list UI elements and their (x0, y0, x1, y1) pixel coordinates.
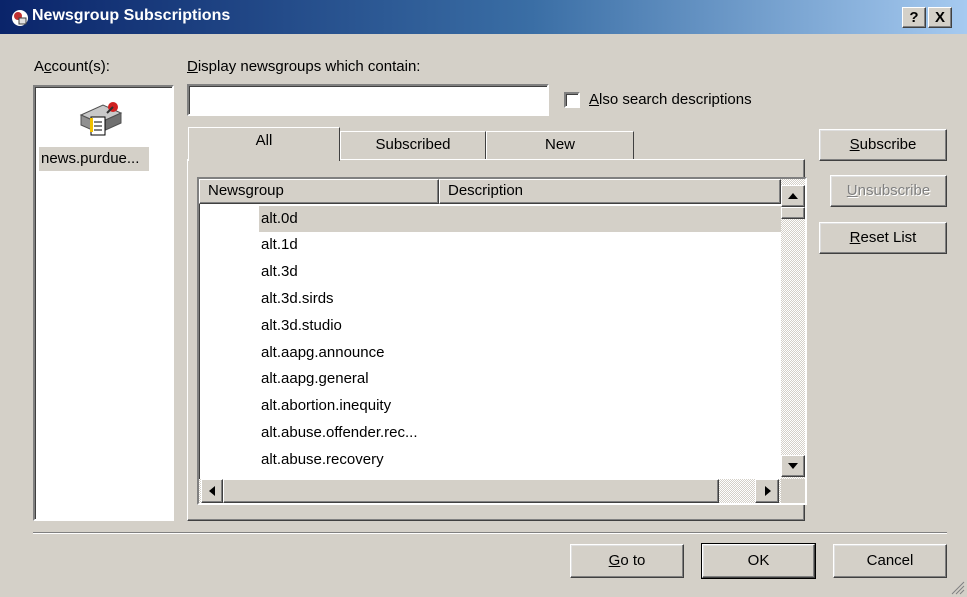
cancel-button[interactable]: Cancel (833, 544, 947, 578)
list-item[interactable]: alt.1d (259, 232, 781, 258)
search-label: Display newsgroups which contain: (187, 58, 421, 75)
go-to-button[interactable]: Go to (570, 544, 684, 578)
scroll-down-button[interactable] (781, 455, 805, 477)
unsubscribe-button[interactable]: Unsubscribe (830, 175, 947, 207)
list-item[interactable]: alt.abuse.offender.rec... (259, 420, 781, 446)
column-header-newsgroup[interactable]: Newsgroup (199, 179, 439, 204)
horizontal-scrollbar[interactable] (199, 479, 781, 503)
close-button[interactable]: X (928, 7, 952, 28)
list-item[interactable]: alt.aapg.announce (259, 340, 781, 366)
also-search-descriptions-label[interactable]: Also search descriptions (589, 91, 752, 108)
scroll-right-button[interactable] (755, 479, 779, 503)
vertical-scroll-thumb[interactable] (781, 207, 805, 219)
scroll-left-button[interactable] (201, 479, 223, 503)
newsgroup-list[interactable]: Newsgroup Description alt.0d alt.1d alt.… (197, 177, 807, 505)
account-name: news.purdue... (39, 147, 149, 171)
list-item[interactable]: alt.3d.studio (259, 313, 781, 339)
list-item[interactable]: alt.0d (259, 206, 781, 232)
scrollbar-corner (781, 479, 805, 503)
tab-all[interactable]: All (188, 127, 340, 161)
scroll-up-button[interactable] (781, 185, 805, 207)
tab-subscribed[interactable]: Subscribed (340, 131, 486, 159)
list-item[interactable]: alt.3d (259, 259, 781, 285)
newsgroup-app-icon (12, 10, 28, 26)
news-server-icon (79, 102, 123, 136)
arrow-left-icon (209, 486, 215, 496)
search-input[interactable] (187, 84, 549, 116)
list-item[interactable]: alt.aapg.general (259, 366, 781, 392)
list-item[interactable]: alt.abortion.inequity (259, 393, 781, 419)
arrow-up-icon (788, 193, 798, 199)
accounts-label: Account(s): (34, 58, 110, 75)
window-title: Newsgroup Subscriptions (32, 7, 231, 24)
arrow-right-icon (765, 486, 771, 496)
tab-new[interactable]: New (486, 131, 634, 159)
resize-grip-icon[interactable] (950, 580, 965, 595)
column-header-description[interactable]: Description (439, 179, 781, 204)
footer-separator (33, 532, 947, 534)
vertical-scrollbar[interactable] (781, 179, 805, 479)
subscribe-button[interactable]: Subscribe (819, 129, 947, 161)
ok-button[interactable]: OK (701, 543, 816, 579)
horizontal-scroll-thumb[interactable] (223, 479, 719, 503)
accounts-list[interactable]: news.purdue... (33, 85, 174, 521)
title-bar[interactable]: Newsgroup Subscriptions ? X (0, 0, 967, 34)
list-item[interactable]: alt.3d.sirds (259, 286, 781, 312)
reset-list-button[interactable]: Reset List (819, 222, 947, 254)
help-button[interactable]: ? (902, 7, 926, 28)
list-item[interactable]: alt.abuse.recovery (259, 447, 781, 473)
account-item[interactable]: news.purdue... (37, 89, 171, 175)
arrow-down-icon (788, 463, 798, 469)
also-search-descriptions-checkbox[interactable] (564, 92, 580, 108)
